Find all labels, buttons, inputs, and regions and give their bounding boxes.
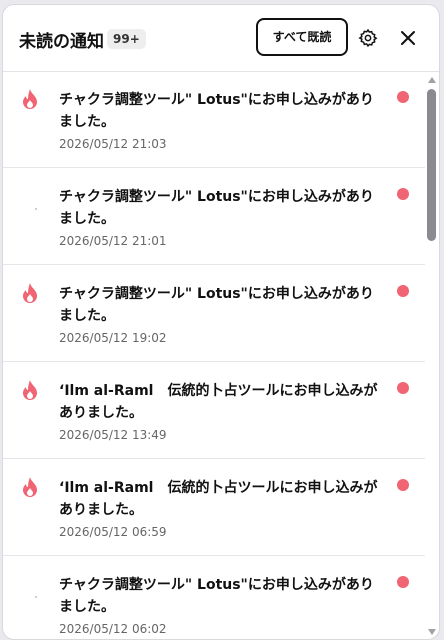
notification-item[interactable]: チャクラ調整ツール" Lotus"にお申し込みがありました。 2026/05/1… bbox=[3, 556, 425, 639]
panel-header: 未読の通知 99+ すべて既読 bbox=[3, 5, 439, 72]
unread-dot bbox=[397, 382, 409, 394]
notification-timestamp: 2026/05/12 19:02 bbox=[59, 331, 167, 345]
notification-message: チャクラ調整ツール" Lotus"にお申し込みがありました。 bbox=[59, 189, 374, 227]
placeholder-icon bbox=[35, 208, 37, 210]
unread-dot bbox=[397, 479, 409, 491]
notification-item[interactable]: チャクラ調整ツール" Lotus"にお申し込みがありました。 2026/05/1… bbox=[3, 265, 425, 362]
notification-panel: 未読の通知 99+ すべて既読 チャクラ調整ツール" Lotus"にお申し込みが… bbox=[2, 4, 440, 640]
unread-dot bbox=[397, 91, 409, 103]
notification-message: ‘Ilm al-Raml 伝統的卜占ツールにお申し込みがありました。 bbox=[59, 383, 378, 421]
scrollbar[interactable] bbox=[425, 71, 439, 639]
fire-icon bbox=[23, 380, 37, 400]
fire-icon bbox=[23, 283, 37, 303]
notification-timestamp: 2026/05/12 06:59 bbox=[59, 525, 167, 539]
notification-message: チャクラ調整ツール" Lotus"にお申し込みがありました。 bbox=[59, 92, 374, 130]
notification-message: チャクラ調整ツール" Lotus"にお申し込みがありました。 bbox=[59, 577, 374, 615]
notification-item[interactable]: ‘Ilm al-Raml 伝統的卜占ツールにお申し込みがありました。 2026/… bbox=[3, 459, 425, 556]
close-icon[interactable] bbox=[399, 29, 417, 47]
fire-icon bbox=[23, 477, 37, 497]
unread-dot bbox=[397, 188, 409, 200]
unread-dot bbox=[397, 285, 409, 297]
notification-timestamp: 2026/05/12 21:01 bbox=[59, 234, 167, 248]
scroll-up-arrow-icon[interactable] bbox=[428, 77, 436, 83]
notification-message: チャクラ調整ツール" Lotus"にお申し込みがありました。 bbox=[59, 286, 374, 324]
scrollbar-thumb[interactable] bbox=[427, 89, 436, 241]
notification-item[interactable]: チャクラ調整ツール" Lotus"にお申し込みがありました。 2026/05/1… bbox=[3, 71, 425, 168]
notification-item[interactable]: ‘Ilm al-Raml 伝統的卜占ツールにお申し込みがありました。 2026/… bbox=[3, 362, 425, 459]
panel-title: 未読の通知 bbox=[19, 32, 104, 52]
notification-timestamp: 2026/05/12 21:03 bbox=[59, 137, 167, 151]
unread-dot bbox=[397, 576, 409, 588]
notification-timestamp: 2026/05/12 13:49 bbox=[59, 428, 167, 442]
notification-list: チャクラ調整ツール" Lotus"にお申し込みがありました。 2026/05/1… bbox=[3, 71, 425, 639]
scroll-down-arrow-icon[interactable] bbox=[428, 629, 436, 635]
notification-timestamp: 2026/05/12 06:02 bbox=[59, 622, 167, 636]
unread-count-badge: 99+ bbox=[107, 29, 146, 49]
gear-icon[interactable] bbox=[358, 28, 378, 48]
placeholder-icon bbox=[35, 596, 37, 598]
notification-item[interactable]: チャクラ調整ツール" Lotus"にお申し込みがありました。 2026/05/1… bbox=[3, 168, 425, 265]
notification-message: ‘Ilm al-Raml 伝統的卜占ツールにお申し込みがありました。 bbox=[59, 480, 378, 518]
fire-icon bbox=[23, 89, 37, 109]
mark-all-read-button[interactable]: すべて既読 bbox=[256, 18, 348, 56]
